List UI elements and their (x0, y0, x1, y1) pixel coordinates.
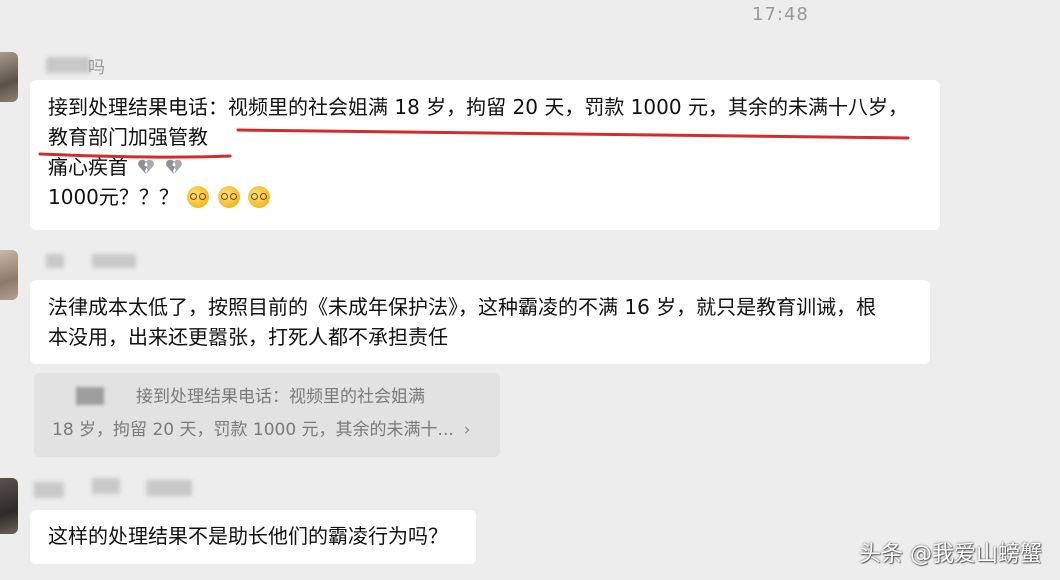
avatar[interactable] (0, 250, 18, 300)
status-time: 17:48 (752, 4, 809, 25)
message-text-line: 教育部门加强管教 (48, 125, 208, 149)
watermark: 头条 @我爱山螃蟹 (859, 542, 1042, 567)
message-text-line: 本没用，出来还更嚣张，打死人都不承担责任 (48, 325, 448, 349)
message-text-line: 痛心疾首 (48, 152, 922, 182)
sender-name-suffix: 吗 (88, 58, 105, 78)
grimace-face-icon (217, 186, 240, 208)
sender-name-blurred (34, 482, 64, 498)
quote-sender-blurred (76, 387, 104, 405)
sender-name-blurred (92, 478, 120, 494)
grimace-face-icon (187, 186, 210, 208)
message-text-line: 接到处理结果电话：视频里的社会姐满 18 岁，拘留 20 天，罚款 1000 元… (48, 95, 908, 119)
message-text: 痛心疾首 (48, 155, 128, 179)
message-bubble[interactable]: 法律成本太低了，按照目前的《未成年保护法》，这种霸凌的不满 16 岁，就只是教育… (30, 280, 930, 364)
quoted-reply[interactable]: 接到处理结果电话：视频里的社会姐满 18 岁，拘留 20 天，罚款 1000 元… (34, 373, 500, 457)
sender-name-blurred (146, 480, 192, 496)
quote-text: 18 岁，拘留 20 天，罚款 1000 元，其余的未满十... (52, 420, 454, 440)
broken-heart-icon (138, 159, 155, 175)
message-text-line: 这样的处理结果不是助长他们的霸凌行为吗？ (48, 524, 448, 548)
sender-name-blurred (46, 254, 64, 268)
quote-text-line: 18 岁，拘留 20 天，罚款 1000 元，其余的未满十... › (52, 414, 482, 447)
message-bubble[interactable]: 这样的处理结果不是助长他们的霸凌行为吗？ (30, 510, 476, 564)
grimace-face-icon (247, 186, 270, 208)
message-text-line: 1000元？？？ (48, 182, 922, 212)
quote-text-line: 接到处理结果电话：视频里的社会姐满 (136, 387, 425, 407)
message-text: 1000元？？？ (48, 185, 179, 209)
message-bubble[interactable]: 接到处理结果电话：视频里的社会姐满 18 岁，拘留 20 天，罚款 1000 元… (30, 80, 940, 230)
sender-name-blurred (92, 254, 136, 268)
broken-heart-icon (165, 159, 182, 175)
chevron-right-icon: › (463, 420, 471, 440)
sender-name-blurred (46, 57, 90, 73)
message-text-line: 法律成本太低了，按照目前的《未成年保护法》，这种霸凌的不满 16 岁，就只是教育… (48, 295, 877, 319)
avatar[interactable] (0, 52, 18, 102)
avatar[interactable] (0, 478, 18, 534)
